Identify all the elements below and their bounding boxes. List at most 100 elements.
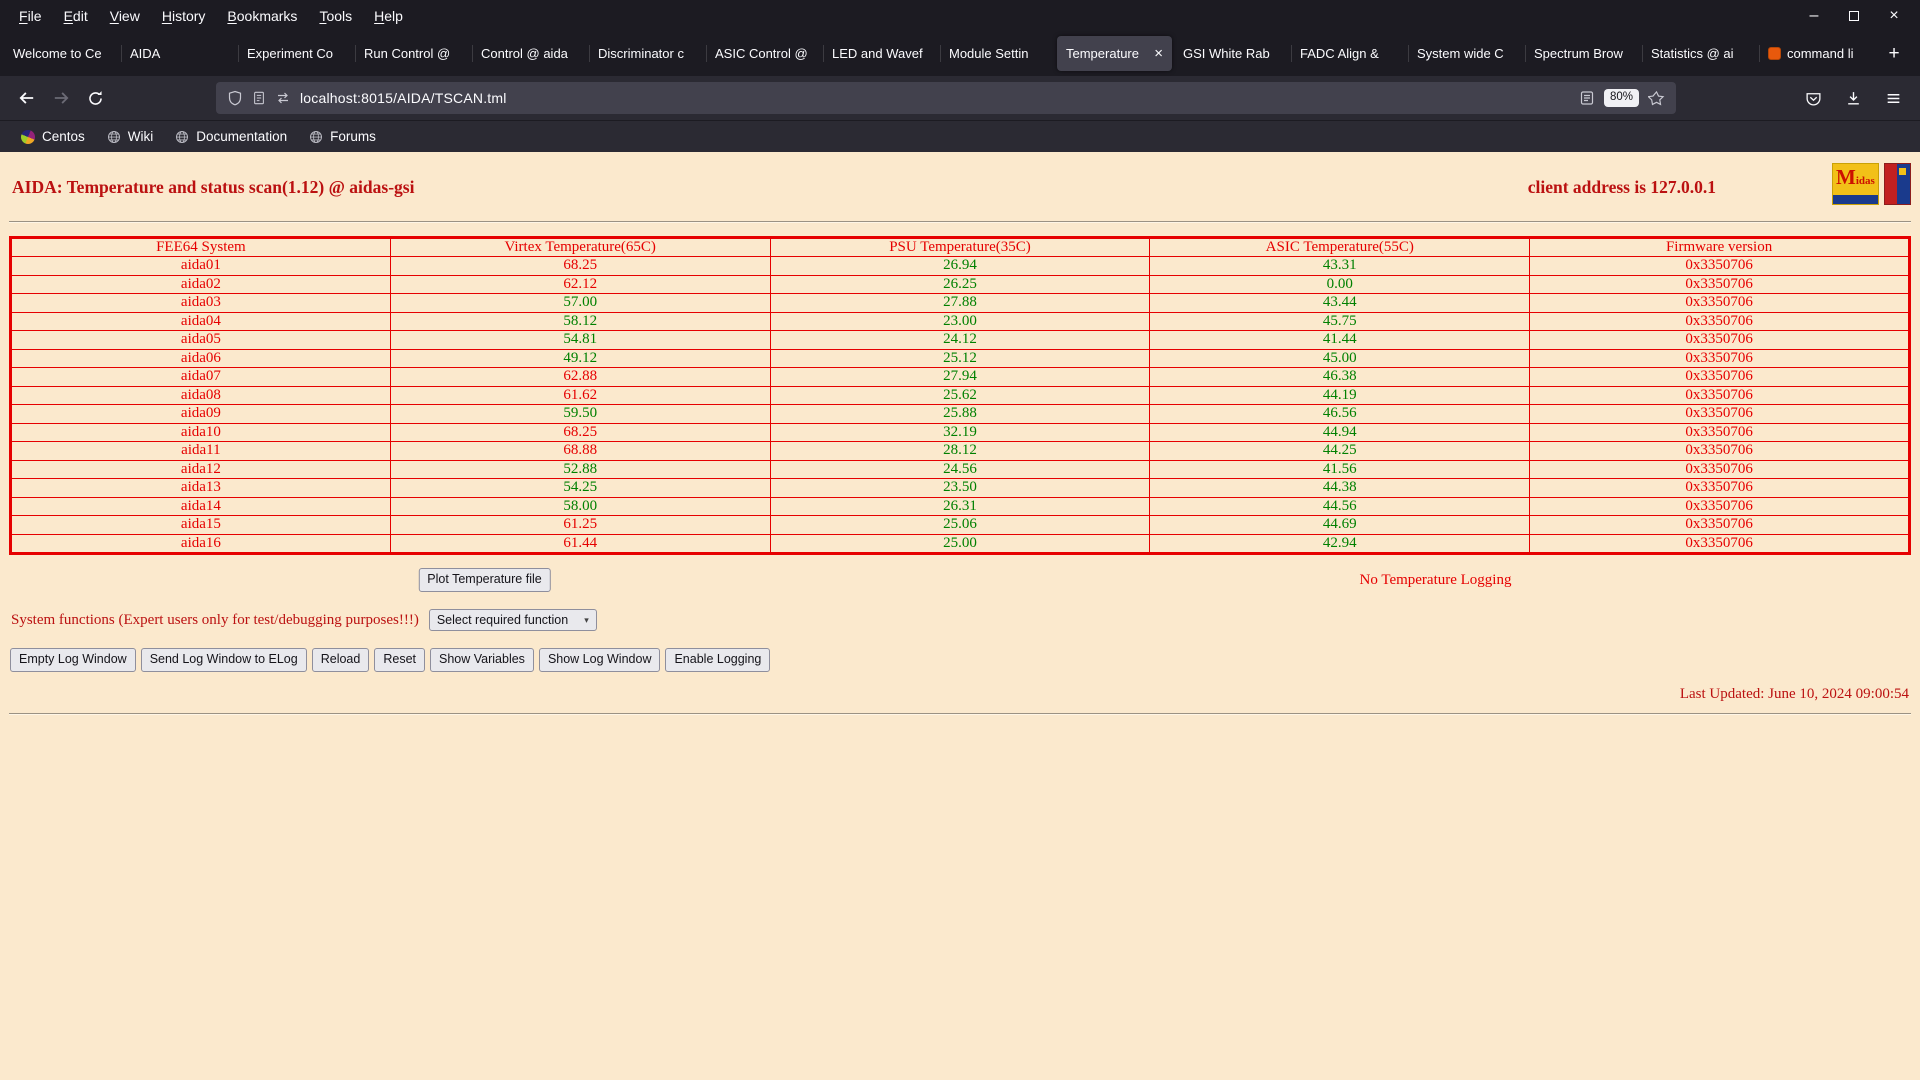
- site-info-icon[interactable]: [252, 91, 266, 105]
- action-button[interactable]: Enable Logging: [665, 648, 771, 672]
- cell-asic-temp: 41.56: [1149, 459, 1531, 480]
- cell-firmware: 0x3350706: [1529, 330, 1910, 350]
- action-button[interactable]: Show Log Window: [538, 648, 661, 672]
- action-button[interactable]: Empty Log Window: [10, 648, 136, 672]
- tab[interactable]: Run Control @: [355, 36, 470, 71]
- bookmark-star-icon[interactable]: [1648, 90, 1665, 107]
- action-button[interactable]: Reload: [311, 648, 370, 672]
- tab[interactable]: Statistics @ ai: [1642, 36, 1757, 71]
- tab[interactable]: Welcome to Ce: [4, 36, 119, 71]
- bookmarks-toolbar: Centos Wiki Documentation Forums: [0, 120, 1920, 152]
- menu-item[interactable]: Help: [363, 4, 414, 28]
- menu-item[interactable]: History: [151, 4, 217, 28]
- forward-button[interactable]: [44, 82, 78, 114]
- close-button[interactable]: ×: [1886, 7, 1902, 24]
- menu-items: File Edit View History Bookmarks Tools Help: [0, 4, 414, 28]
- tab[interactable]: Temperature ×: [1057, 36, 1172, 71]
- cell-virtex-temp: 61.44: [389, 533, 771, 555]
- cell-psu-temp: 26.31: [769, 496, 1151, 517]
- reload-button[interactable]: [78, 82, 112, 114]
- tab-label: ASIC Control @: [715, 46, 808, 61]
- cell-firmware: 0x3350706: [1529, 274, 1910, 295]
- plot-temperature-button[interactable]: Plot Temperature file: [418, 568, 551, 592]
- cell-asic-temp: 44.38: [1149, 478, 1531, 498]
- maximize-button[interactable]: [1846, 8, 1862, 24]
- cell-firmware: 0x3350706: [1529, 515, 1910, 535]
- menu-item[interactable]: File: [8, 4, 53, 28]
- table-row: aida12 52.88 24.56 41.56 0x3350706: [10, 459, 1910, 480]
- action-button[interactable]: Show Variables: [430, 648, 534, 672]
- cell-virtex-temp: 58.00: [389, 496, 771, 517]
- globe-icon: [310, 130, 323, 143]
- table-row: aida13 54.25 23.50 44.38 0x3350706: [10, 478, 1910, 498]
- last-updated: Last Updated: June 10, 2024 09:00:54: [1679, 685, 1909, 702]
- window-controls: – ×: [1806, 7, 1920, 24]
- reload-icon: [88, 90, 102, 105]
- cell-virtex-temp: 49.12: [389, 348, 771, 369]
- bookmark-item[interactable]: Centos: [12, 126, 94, 147]
- action-button[interactable]: Send Log Window to ELog: [140, 648, 307, 672]
- menu-item[interactable]: View: [99, 4, 151, 28]
- header-firmware-version: Firmware version: [1529, 236, 1910, 258]
- bookmark-item[interactable]: Forums: [300, 126, 385, 147]
- cell-psu-temp: 23.00: [769, 311, 1151, 332]
- url-bar[interactable]: localhost:8015/AIDA/TSCAN.tml 80%: [216, 82, 1676, 114]
- cell-psu-temp: 26.25: [769, 274, 1151, 295]
- action-buttons-row: Empty Log Window Send Log Window to ELog R…: [10, 648, 1911, 672]
- zoom-indicator[interactable]: 80%: [1603, 89, 1639, 107]
- pocket-icon[interactable]: [1796, 82, 1830, 114]
- tab[interactable]: command li: [1759, 36, 1874, 71]
- tab[interactable]: Control @ aida: [472, 36, 587, 71]
- table-row: aida15 61.25 25.06 44.69 0x3350706: [10, 515, 1910, 535]
- cell-asic-temp: 44.94: [1149, 422, 1531, 443]
- midas-logo-strip: [1833, 195, 1878, 204]
- minimize-button[interactable]: –: [1806, 7, 1822, 24]
- action-button[interactable]: Reset: [374, 648, 425, 672]
- tab[interactable]: GSI White Rab: [1174, 36, 1289, 71]
- tab[interactable]: System wide C: [1408, 36, 1523, 71]
- cell-virtex-temp: 54.25: [389, 478, 771, 498]
- tab[interactable]: Spectrum Brow: [1525, 36, 1640, 71]
- cell-virtex-temp: 62.12: [389, 274, 771, 295]
- tab[interactable]: Discriminator c: [589, 36, 704, 71]
- menu-item[interactable]: Bookmarks: [216, 4, 308, 28]
- header-psu-temperature: PSU Temperature(35C): [769, 236, 1151, 258]
- cell-psu-temp: 25.88: [769, 404, 1151, 424]
- cell-firmware: 0x3350706: [1529, 496, 1910, 517]
- table-row: aida04 58.12 23.00 45.75 0x3350706: [10, 311, 1910, 332]
- midas-logo-text: Midas: [1836, 165, 1875, 189]
- temperature-table: FEE64 System Virtex Temperature(65C) PSU…: [9, 236, 1911, 555]
- tab-label: System wide C: [1417, 46, 1504, 61]
- tab-label: AIDA: [130, 46, 161, 61]
- tab[interactable]: ASIC Control @: [706, 36, 821, 71]
- cell-firmware: 0x3350706: [1529, 478, 1910, 498]
- tab-bar: Welcome to Ce AIDA Experiment Co Run Con…: [0, 31, 1920, 76]
- tab-label: Control @ aida: [481, 46, 568, 61]
- tab-close-icon[interactable]: ×: [1154, 46, 1163, 61]
- cell-psu-temp: 24.56: [769, 459, 1151, 480]
- bookmark-item[interactable]: Documentation: [166, 126, 296, 147]
- reader-mode-icon[interactable]: [1579, 90, 1595, 106]
- firefox-window: File Edit View History Bookmarks Tools Help – …: [0, 0, 1920, 1080]
- downloads-icon[interactable]: [1836, 82, 1870, 114]
- tab[interactable]: FADC Align &: [1291, 36, 1406, 71]
- menu-hamburger-icon[interactable]: [1876, 82, 1910, 114]
- function-select[interactable]: Select required function ▾: [428, 609, 597, 631]
- back-button[interactable]: [10, 82, 44, 114]
- shield-icon[interactable]: [227, 90, 243, 106]
- cell-virtex-temp: 58.12: [389, 311, 771, 332]
- menu-item[interactable]: Edit: [53, 4, 99, 28]
- new-tab-button[interactable]: +: [1878, 38, 1910, 70]
- cell-system: aida02: [10, 274, 391, 295]
- cell-system: aida03: [10, 293, 391, 313]
- menu-item[interactable]: Tools: [308, 4, 363, 28]
- tab[interactable]: Module Settin: [940, 36, 1055, 71]
- tab[interactable]: AIDA: [121, 36, 236, 71]
- cell-firmware: 0x3350706: [1529, 385, 1910, 406]
- cell-system: aida12: [10, 459, 391, 480]
- table-row: aida02 62.12 26.25 0.00 0x3350706: [10, 274, 1910, 295]
- tab[interactable]: LED and Wavef: [823, 36, 938, 71]
- tab[interactable]: Experiment Co: [238, 36, 353, 71]
- midas-logo: Midas: [1832, 163, 1879, 205]
- bookmark-item[interactable]: Wiki: [98, 126, 163, 147]
